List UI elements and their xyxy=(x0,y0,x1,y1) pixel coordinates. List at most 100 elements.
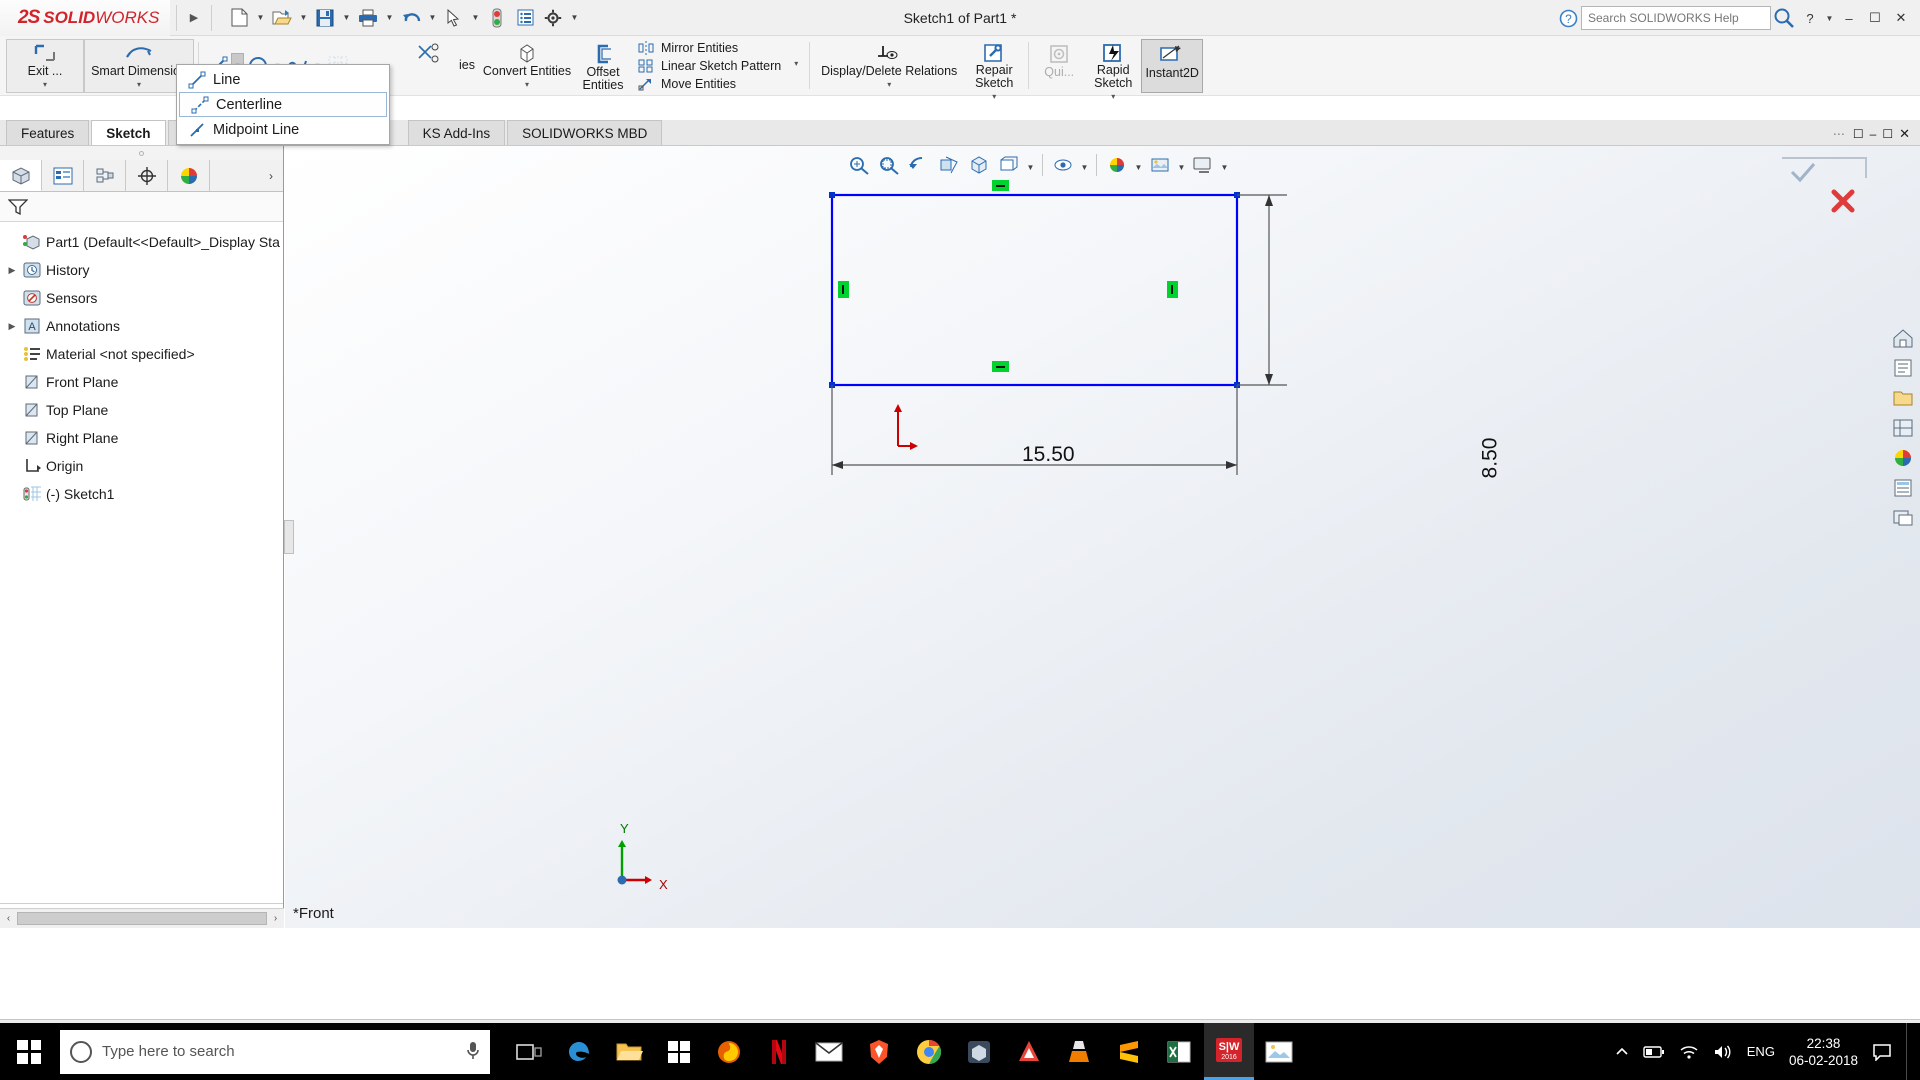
maximize-button[interactable]: ☐ xyxy=(1862,3,1888,33)
sketch-canvas[interactable] xyxy=(285,146,1920,928)
excel-icon[interactable] xyxy=(1154,1023,1204,1080)
display-delete-relations-button[interactable]: Display/Delete Relations ▾ xyxy=(814,39,964,93)
tree-item-sensors[interactable]: Sensors xyxy=(0,284,283,312)
tray-expand-icon[interactable] xyxy=(1615,1046,1629,1058)
netflix-icon[interactable] xyxy=(754,1023,804,1080)
offset-entities-button[interactable]: Offset Entities xyxy=(575,39,631,93)
scroll-left-arrow[interactable]: ‹ xyxy=(0,913,17,924)
tree-item-top-plane[interactable]: Top Plane xyxy=(0,396,283,424)
new-document-icon[interactable] xyxy=(226,4,252,32)
gear-icon[interactable] xyxy=(540,4,566,32)
property-manager-tab[interactable] xyxy=(42,160,84,191)
trim-entities-partial-label[interactable]: ies xyxy=(455,56,479,110)
mirror-entities-button[interactable]: Mirror Entities xyxy=(633,39,785,56)
save-document-icon[interactable] xyxy=(312,4,338,32)
tab-features[interactable]: Features xyxy=(6,120,90,145)
open-document-icon[interactable] xyxy=(269,4,295,32)
move-entities-button[interactable]: Move Entities xyxy=(633,75,785,92)
panel-grip[interactable] xyxy=(0,146,283,160)
tree-filter-row[interactable] xyxy=(0,192,283,222)
trim-entities-button[interactable]: ies xyxy=(401,39,455,93)
vlc-icon[interactable] xyxy=(1054,1023,1104,1080)
chevron-down-icon[interactable]: ▾ xyxy=(525,78,529,93)
repair-sketch-button[interactable]: Repair Sketch ▾ xyxy=(964,39,1024,101)
edge-browser-icon[interactable] xyxy=(554,1023,604,1080)
tree-horizontal-scrollbar[interactable]: ‹ › xyxy=(0,908,284,928)
task-view-icon[interactable] xyxy=(504,1023,554,1080)
help-search-input[interactable]: Search SOLIDWORKS Help xyxy=(1581,6,1771,30)
graphics-area[interactable]: ▼ ▼ ▼ ▼ ▼ 8.50 15.50 Y X *Front xyxy=(285,146,1920,928)
chevron-down-icon[interactable]: ▼ xyxy=(383,4,396,32)
linear-sketch-pattern-button[interactable]: Linear Sketch Pattern xyxy=(633,57,785,74)
battery-icon[interactable] xyxy=(1643,1045,1665,1059)
tree-item-history[interactable]: ▶ History xyxy=(0,256,283,284)
print-document-icon[interactable] xyxy=(355,4,381,32)
chevron-down-icon[interactable]: ▼ xyxy=(254,4,267,32)
chevron-down-icon[interactable]: ▼ xyxy=(340,4,353,32)
show-desktop-button[interactable] xyxy=(1906,1023,1912,1080)
expand-arrow[interactable]: ▶ xyxy=(4,321,20,332)
scroll-right-arrow[interactable]: › xyxy=(267,913,284,924)
help-button[interactable]: ? xyxy=(1797,3,1823,33)
tree-item-material[interactable]: Material <not specified> xyxy=(0,340,283,368)
app-red-icon[interactable] xyxy=(1004,1023,1054,1080)
feature-manager-tab[interactable] xyxy=(0,160,42,191)
chevron-down-icon[interactable]: ▾ xyxy=(137,78,141,93)
language-indicator[interactable]: ENG xyxy=(1747,1044,1775,1059)
tree-item-origin[interactable]: Origin xyxy=(0,452,283,480)
file-explorer-icon[interactable] xyxy=(604,1023,654,1080)
chevron-down-icon[interactable]: ▼ xyxy=(1823,4,1836,32)
start-button[interactable] xyxy=(0,1023,58,1080)
chevron-down-icon[interactable]: ▾ xyxy=(887,78,891,93)
close-window-icon[interactable]: ✕ xyxy=(1899,126,1910,142)
chevron-down-icon[interactable]: ▾ xyxy=(992,90,996,105)
vertical-dimension-value[interactable]: 8.50 xyxy=(1478,438,1502,479)
tree-item-sketch1[interactable]: (-) Sketch1 xyxy=(0,480,283,508)
solidworks-taskbar-icon[interactable]: S|W 2016 xyxy=(1204,1023,1254,1080)
quick-snaps-button[interactable]: Qui... xyxy=(1033,39,1085,93)
chevron-down-icon[interactable]: ▼ xyxy=(297,4,310,32)
tab-add-ins[interactable]: KS Add-Ins xyxy=(407,120,506,145)
menu-item-line[interactable]: Line xyxy=(177,67,389,92)
tab-sketch[interactable]: Sketch xyxy=(91,120,166,145)
mail-icon[interactable] xyxy=(804,1023,854,1080)
exit-sketch-button[interactable]: Exit ... ▾ xyxy=(6,39,84,93)
minimize-button[interactable]: – xyxy=(1836,3,1862,33)
app-blue-icon[interactable] xyxy=(954,1023,1004,1080)
wifi-icon[interactable] xyxy=(1679,1044,1699,1060)
display-manager-tab[interactable] xyxy=(168,160,210,191)
close-button[interactable]: ✕ xyxy=(1888,3,1914,33)
instant2d-button[interactable]: Instant2D xyxy=(1141,39,1204,93)
sublime-icon[interactable] xyxy=(1104,1023,1154,1080)
chrome-icon[interactable] xyxy=(904,1023,954,1080)
configuration-manager-tab[interactable] xyxy=(84,160,126,191)
volume-icon[interactable] xyxy=(1713,1044,1733,1060)
tree-item-annotations[interactable]: ▶ A Annotations xyxy=(0,312,283,340)
tree-item-right-plane[interactable]: Right Plane xyxy=(0,424,283,452)
menu-item-centerline[interactable]: Centerline xyxy=(179,92,387,117)
brave-icon[interactable] xyxy=(854,1023,904,1080)
search-icon[interactable] xyxy=(1771,6,1797,30)
chevron-down-icon[interactable]: ▾ xyxy=(1111,90,1115,105)
ribbon-group-caret[interactable]: ▾ xyxy=(787,36,805,90)
horizontal-dimension-value[interactable]: 15.50 xyxy=(1022,443,1075,467)
chevron-down-icon[interactable]: ▾ xyxy=(794,57,798,72)
menu-expand-icon[interactable]: ▶ xyxy=(183,5,205,31)
chevron-down-icon[interactable]: ▾ xyxy=(43,78,47,93)
tree-item-front-plane[interactable]: Front Plane xyxy=(0,368,283,396)
restore-window-icon[interactable]: ☐ xyxy=(1853,127,1864,141)
tree-item-part1[interactable]: Part1 (Default<<Default>_Display Sta xyxy=(0,228,283,256)
menu-item-midpoint-line[interactable]: Midpoint Line xyxy=(177,117,389,142)
chevron-down-icon[interactable]: ▼ xyxy=(426,4,439,32)
dimxpert-manager-tab[interactable] xyxy=(126,160,168,191)
microsoft-store-icon[interactable] xyxy=(654,1023,704,1080)
panel-expand-caret[interactable]: › xyxy=(259,160,283,191)
action-center-icon[interactable] xyxy=(1872,1043,1892,1061)
taskbar-clock[interactable]: 22:38 06-02-2018 xyxy=(1789,1035,1858,1069)
rapid-sketch-button[interactable]: Rapid Sketch ▾ xyxy=(1085,39,1141,101)
help-question-icon[interactable]: ? xyxy=(1555,6,1581,30)
panel-resize-handle[interactable] xyxy=(284,520,294,554)
tab-solidworks-mbd[interactable]: SOLIDWORKS MBD xyxy=(507,120,663,145)
expand-arrow[interactable]: ▶ xyxy=(4,265,20,276)
scroll-thumb[interactable] xyxy=(17,912,267,925)
